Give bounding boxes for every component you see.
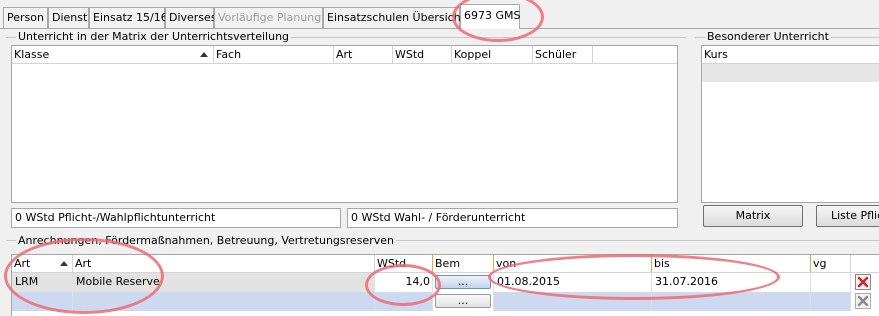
col-art-name[interactable]: Art xyxy=(73,255,375,272)
besonderer-group-title: Besonderer Unterricht xyxy=(705,30,831,43)
tab-bar: Person Dienst Einsatz 15/16 Diverses Vor… xyxy=(0,0,879,29)
delete-disabled-icon xyxy=(855,293,871,309)
col-wstd[interactable]: WStd xyxy=(375,255,433,272)
col-kurs[interactable]: Kurs xyxy=(702,46,879,63)
cell-art-code[interactable]: LRM xyxy=(12,273,73,292)
anrechnungen-grid[interactable]: Art Art WStd Bem von bis vg LRM Mobile R… xyxy=(11,254,879,316)
bem-dots-button[interactable]: ... xyxy=(435,294,491,308)
col-art-code-label: Art xyxy=(14,257,31,270)
cell-delete xyxy=(851,273,879,292)
sum-pflicht: 0 WStd Pflicht-/Wahlpflichtunterricht xyxy=(11,208,341,228)
matrix-grid-header: Klasse Fach Art WStd Koppel Schüler xyxy=(12,46,677,64)
cell-wstd[interactable] xyxy=(375,292,433,311)
kurs-grid-header: Kurs xyxy=(702,46,879,64)
cell-bis[interactable]: 31.07.2016 xyxy=(652,273,811,292)
col-bis[interactable]: bis xyxy=(652,255,811,272)
cell-wstd[interactable]: 14,0 xyxy=(375,273,433,292)
col-art[interactable]: Art xyxy=(334,46,393,63)
matrix-button[interactable]: Matrix xyxy=(703,205,803,227)
cell-bis[interactable] xyxy=(652,292,811,311)
cell-von[interactable] xyxy=(494,292,652,311)
cell-bem[interactable]: ... xyxy=(433,292,494,311)
delete-icon[interactable] xyxy=(855,274,871,290)
col-bem[interactable]: Bem xyxy=(433,255,494,272)
cell-vg[interactable] xyxy=(811,273,851,292)
kurs-grid[interactable]: Kurs xyxy=(701,45,879,203)
col-klasse-label: Klasse xyxy=(14,48,50,61)
table-row[interactable]: LRM Mobile Reserve 14,0 ... 01.08.2015 3… xyxy=(12,273,879,293)
kurs-grid-empty-row xyxy=(702,64,879,82)
liste-pflicht-button[interactable]: Liste Pflich xyxy=(816,205,879,227)
matrix-group-title: Unterricht in der Matrix der Unterrichts… xyxy=(16,30,292,43)
cell-art-name[interactable] xyxy=(73,292,375,311)
bem-dots-button[interactable]: ... xyxy=(435,275,491,289)
sum-wahl: 0 WStd Wahl- / Förderunterricht xyxy=(347,208,678,228)
tab-dienst[interactable]: Dienst xyxy=(48,7,89,28)
tab-einsatz[interactable]: Einsatz 15/16 xyxy=(89,7,168,28)
tab-6973-gms[interactable]: 6973 GMS xyxy=(460,4,521,29)
col-von[interactable]: von xyxy=(494,255,652,272)
cell-bem[interactable]: ... xyxy=(433,273,494,292)
col-koppel[interactable]: Koppel xyxy=(452,46,533,63)
matrix-grid[interactable]: Klasse Fach Art WStd Koppel Schüler xyxy=(11,45,678,203)
col-fach[interactable]: Fach xyxy=(214,46,334,63)
col-schueler[interactable]: Schüler xyxy=(533,46,593,63)
col-vg[interactable]: vg xyxy=(811,255,851,272)
anrechnungen-grid-header: Art Art WStd Bem von bis vg xyxy=(12,255,879,273)
tab-einsatzschulen-uebersicht[interactable]: Einsatzschulen Übersicht xyxy=(323,7,465,28)
anrechnungen-group-title: Anrechnungen, Fördermaßnahmen, Betreuung… xyxy=(16,234,396,247)
col-wstd[interactable]: WStd xyxy=(393,46,452,63)
tab-diverses[interactable]: Diverses xyxy=(165,7,217,28)
cell-vg[interactable] xyxy=(811,292,851,311)
cell-art-name[interactable]: Mobile Reserve xyxy=(73,273,375,292)
sort-asc-icon xyxy=(60,261,68,266)
cell-delete xyxy=(851,292,879,311)
sort-asc-icon xyxy=(200,52,208,57)
tab-person[interactable]: Person xyxy=(3,7,48,28)
cell-art-code[interactable] xyxy=(12,292,73,311)
col-klasse[interactable]: Klasse xyxy=(12,46,214,63)
table-row[interactable]: ... xyxy=(12,292,879,311)
tab-vorlaeufige-planung: Vorläufige Planung xyxy=(214,7,323,28)
col-art-code[interactable]: Art xyxy=(12,255,73,272)
cell-von[interactable]: 01.08.2015 xyxy=(494,273,652,292)
